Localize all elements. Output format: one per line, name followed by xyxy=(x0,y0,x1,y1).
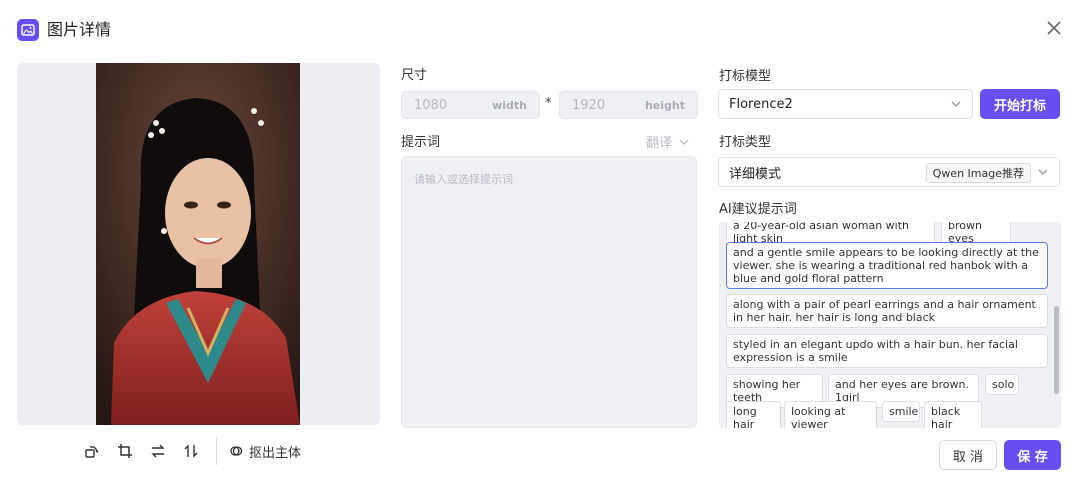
height-value: 1920 xyxy=(572,97,606,113)
translate-label: 翻译 xyxy=(646,136,673,151)
tag-type-select[interactable]: 详细模式 Qwen Image推荐 xyxy=(718,157,1060,187)
suggest-chip[interactable]: solo xyxy=(985,374,1019,395)
close-icon[interactable] xyxy=(1042,16,1066,40)
image-preview-area xyxy=(17,63,380,425)
suggest-chip[interactable]: smile xyxy=(882,401,920,422)
size-label: 尺寸 xyxy=(401,68,428,83)
height-unit: height xyxy=(644,98,685,112)
ai-suggest-label: AI建议提示词 xyxy=(719,202,797,217)
cutout-icon xyxy=(230,446,243,456)
dialog-title: 图片详情 xyxy=(47,20,112,39)
cutout-label: 抠出主体 xyxy=(249,445,302,461)
start-tagging-button[interactable]: 开始打标 xyxy=(980,89,1060,119)
recommend-badge: Qwen Image推荐 xyxy=(925,163,1031,183)
suggest-chip[interactable]: black hair xyxy=(924,401,982,428)
crop-icon[interactable] xyxy=(115,441,135,461)
chevron-down-icon xyxy=(679,139,689,145)
prompt-placeholder: 请输入或选择提示词 xyxy=(414,173,513,186)
image-detail-dialog: 图片详情 抠出主体 尺寸 1080 width * 1920 height 提示… xyxy=(0,0,1080,480)
image-toolbar: 抠出主体 xyxy=(82,437,301,465)
save-button[interactable]: 保 存 xyxy=(1004,440,1061,470)
chevron-down-icon xyxy=(951,101,961,107)
toolbar-divider xyxy=(216,437,217,465)
suggest-chip[interactable]: styled in an elegant updo with a hair bu… xyxy=(726,334,1048,368)
tag-type-value: 详细模式 xyxy=(729,166,782,182)
suggest-chip[interactable]: along with a pair of pearl earrings and … xyxy=(726,294,1048,328)
cancel-button[interactable]: 取 消 xyxy=(939,440,997,470)
width-value: 1080 xyxy=(414,97,448,113)
ai-suggest-panel: a 20-year-old asian woman with light ski… xyxy=(719,222,1061,428)
prompt-label: 提示词 xyxy=(401,135,441,150)
flip-vertical-icon[interactable] xyxy=(181,441,201,461)
tag-model-select[interactable]: Florence2 xyxy=(718,89,973,119)
chevron-down-icon xyxy=(1038,169,1048,175)
suggest-chip[interactable]: long hair xyxy=(726,401,781,428)
cutout-subject-button[interactable]: 抠出主体 xyxy=(229,442,301,461)
rotate-icon[interactable] xyxy=(82,441,102,461)
width-input[interactable]: 1080 width xyxy=(401,91,540,119)
portrait-image xyxy=(96,63,300,425)
flip-horizontal-icon[interactable] xyxy=(148,441,168,461)
prompt-textarea[interactable]: 请输入或选择提示词 xyxy=(401,156,697,428)
suggest-chip-selected[interactable]: and a gentle smile appears to be looking… xyxy=(726,242,1048,289)
height-input[interactable]: 1920 height xyxy=(559,91,698,119)
suggest-chip[interactable]: looking at viewer xyxy=(784,401,877,428)
tag-type-label: 打标类型 xyxy=(719,135,772,150)
image-icon xyxy=(17,19,39,41)
width-unit: width xyxy=(492,98,527,112)
translate-button[interactable]: 翻译 xyxy=(646,132,690,151)
tag-model-label: 打标模型 xyxy=(719,69,772,84)
times-symbol: * xyxy=(545,96,552,111)
scrollbar-thumb[interactable] xyxy=(1054,306,1059,394)
tag-model-value: Florence2 xyxy=(729,96,793,112)
